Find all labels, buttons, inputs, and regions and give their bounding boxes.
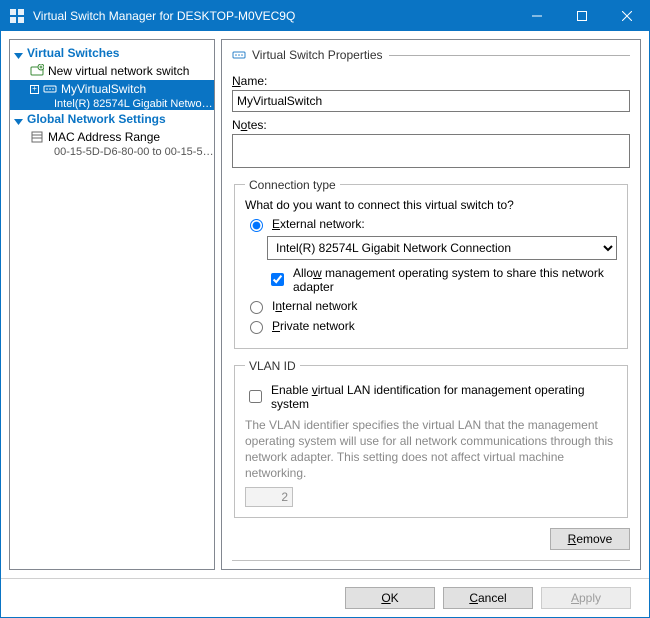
switch-icon	[43, 82, 57, 96]
tree-panel: Virtual Switches New virtual network swi…	[9, 39, 215, 570]
tree-item-label: MyVirtualSwitch	[61, 82, 146, 96]
tree-section-label: Virtual Switches	[27, 46, 119, 60]
vlan-group: VLAN ID Enable virtual LAN identificatio…	[234, 359, 628, 519]
tree-item-mac-range-value[interactable]: 00-15-5D-D6-80-00 to 00-15-5D-D...	[10, 146, 214, 158]
properties-header: Virtual Switch Properties	[232, 48, 630, 62]
radio-external[interactable]: External network:	[245, 216, 617, 232]
radio-private-label: Private network	[272, 319, 355, 333]
radio-private[interactable]: Private network	[245, 318, 617, 334]
new-switch-icon	[30, 64, 44, 78]
allow-mgmt-label: Allow management operating system to sha…	[293, 266, 617, 294]
radio-internal-input[interactable]	[250, 301, 263, 314]
tree-section-virtual-switches[interactable]: Virtual Switches	[10, 44, 214, 62]
titlebar[interactable]: Virtual Switch Manager for DESKTOP-M0VEC…	[1, 1, 649, 31]
chevron-down-icon	[14, 49, 23, 58]
window-title: Virtual Switch Manager for DESKTOP-M0VEC…	[33, 9, 514, 23]
tree-item-myvirtualswitch[interactable]: + MyVirtualSwitch	[10, 80, 214, 98]
tree-item-myvirtualswitch-adapter[interactable]: Intel(R) 82574L Gigabit Network C...	[10, 98, 214, 110]
tree-item-mac-range[interactable]: MAC Address Range	[10, 128, 214, 146]
vlan-enable-checkbox[interactable]	[249, 390, 262, 403]
radio-internal-label: Internal network	[272, 299, 357, 313]
ok-button[interactable]: OK	[345, 587, 435, 609]
chevron-down-icon	[14, 115, 23, 124]
tree-section-global-settings[interactable]: Global Network Settings	[10, 110, 214, 128]
connection-question: What do you want to connect this virtual…	[245, 198, 617, 212]
cancel-button[interactable]: Cancel	[443, 587, 533, 609]
tree-item-new-switch[interactable]: New virtual network switch	[10, 62, 214, 80]
remove-button[interactable]: Remove	[550, 528, 630, 550]
notes-textarea[interactable]	[232, 134, 630, 168]
close-button[interactable]	[604, 1, 649, 31]
radio-internal[interactable]: Internal network	[245, 298, 617, 314]
minimize-button[interactable]	[514, 1, 559, 31]
apply-button: Apply	[541, 587, 631, 609]
switch-icon	[232, 48, 246, 62]
window-root: Virtual Switch Manager for DESKTOP-M0VEC…	[0, 0, 650, 618]
connection-type-group: Connection type What do you want to conn…	[234, 178, 628, 349]
tree-item-label: MAC Address Range	[48, 130, 160, 144]
vlan-enable-label: Enable virtual LAN identification for ma…	[271, 383, 617, 411]
name-input[interactable]	[232, 90, 630, 112]
radio-external-input[interactable]	[250, 219, 263, 232]
allow-mgmt-checkbox[interactable]	[271, 273, 284, 286]
vlan-legend: VLAN ID	[245, 359, 300, 373]
name-label: Name:	[232, 74, 630, 88]
radio-private-input[interactable]	[250, 321, 263, 334]
radio-external-label: External network:	[272, 217, 365, 231]
divider	[232, 560, 630, 561]
app-icon	[9, 8, 25, 24]
expand-icon[interactable]: +	[30, 85, 39, 94]
tree-section-label: Global Network Settings	[27, 112, 166, 126]
properties-panel: Virtual Switch Properties Name: Notes: C…	[221, 39, 641, 570]
properties-title: Virtual Switch Properties	[252, 48, 383, 62]
connection-type-legend: Connection type	[245, 178, 340, 192]
maximize-button[interactable]	[559, 1, 604, 31]
vlan-help-text: The VLAN identifier specifies the virtua…	[245, 417, 617, 482]
divider	[389, 55, 631, 56]
tree-item-label: New virtual network switch	[48, 64, 189, 78]
body-area: Virtual Switches New virtual network swi…	[1, 31, 649, 578]
notes-label: Notes:	[232, 118, 630, 132]
adapter-select[interactable]: Intel(R) 82574L Gigabit Network Connecti…	[267, 236, 617, 260]
mac-range-icon	[30, 130, 44, 144]
vlan-id-input	[245, 487, 293, 507]
dialog-footer: OK Cancel Apply	[1, 578, 649, 617]
